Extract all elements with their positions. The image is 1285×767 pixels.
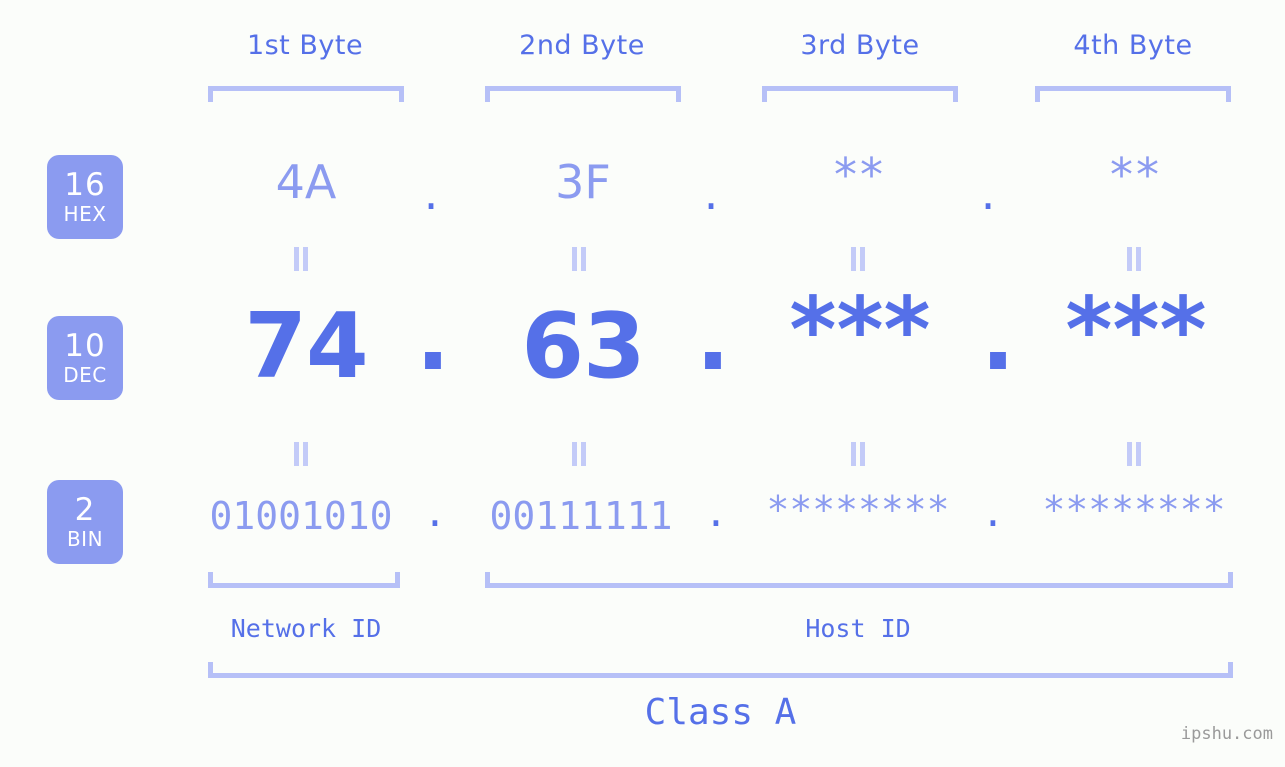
dec-byte-1: 74 bbox=[244, 294, 368, 399]
bin-separator-2: . bbox=[704, 491, 728, 535]
class-bracket bbox=[208, 662, 1233, 678]
hex-separator-3: . bbox=[980, 166, 996, 220]
bin-byte-2: 00111111 bbox=[489, 494, 673, 538]
equals-mark-dec-bin-2 bbox=[571, 442, 587, 466]
byte-bracket-top-1 bbox=[208, 86, 404, 102]
bin-byte-4: ******** bbox=[1042, 488, 1226, 532]
network-id-label: Network ID bbox=[230, 614, 382, 643]
hex-byte-3: ** bbox=[834, 148, 886, 202]
byte-header-2: 2nd Byte bbox=[519, 30, 645, 61]
equals-mark-dec-bin-4 bbox=[1126, 442, 1142, 466]
dec-byte-4: *** bbox=[1065, 278, 1207, 383]
equals-mark-hex-dec-4 bbox=[1126, 247, 1142, 271]
hex-byte-4: ** bbox=[1110, 148, 1162, 202]
byte-header-3: 3rd Byte bbox=[800, 30, 920, 61]
row-badge-name-bin: BIN bbox=[66, 527, 104, 551]
row-badge-base-hex: 16 bbox=[64, 167, 106, 203]
bin-byte-3: ******** bbox=[766, 488, 950, 532]
row-badge-base-bin: 2 bbox=[74, 492, 96, 528]
host-id-bracket bbox=[485, 572, 1233, 588]
row-badge-base-dec: 10 bbox=[64, 328, 106, 364]
dec-byte-3: *** bbox=[789, 278, 931, 383]
byte-bracket-top-3 bbox=[762, 86, 958, 102]
bin-separator-3: . bbox=[981, 491, 1005, 535]
bin-byte-1: 01001010 bbox=[209, 494, 393, 538]
hex-byte-2: 3F bbox=[555, 155, 611, 209]
network-id-bracket bbox=[208, 572, 400, 588]
equals-mark-hex-dec-2 bbox=[571, 247, 587, 271]
equals-mark-dec-bin-1 bbox=[293, 442, 309, 466]
byte-bracket-top-4 bbox=[1035, 86, 1231, 102]
watermark: ipshu.com bbox=[1180, 724, 1273, 744]
row-badge-name-dec: DEC bbox=[63, 363, 107, 387]
dec-separator-1: . bbox=[415, 286, 451, 391]
row-badge-hex: 16 HEX bbox=[47, 155, 123, 239]
row-badge-name-hex: HEX bbox=[63, 202, 107, 226]
equals-mark-hex-dec-1 bbox=[293, 247, 309, 271]
hex-byte-1: 4A bbox=[275, 155, 337, 209]
dec-separator-3: . bbox=[980, 286, 1016, 391]
byte-header-1: 1st Byte bbox=[246, 30, 364, 61]
bin-separator-1: . bbox=[423, 491, 447, 535]
row-badge-bin: 2 BIN bbox=[47, 480, 123, 564]
byte-bracket-top-2 bbox=[485, 86, 681, 102]
dec-separator-2: . bbox=[695, 286, 731, 391]
hex-separator-1: . bbox=[423, 166, 439, 220]
class-label: Class A bbox=[644, 692, 797, 733]
byte-header-4: 4th Byte bbox=[1073, 30, 1193, 61]
dec-byte-2: 63 bbox=[521, 294, 645, 399]
row-badge-dec: 10 DEC bbox=[47, 316, 123, 400]
hex-separator-2: . bbox=[703, 166, 719, 220]
ip-breakdown-diagram: 1st Byte 2nd Byte 3rd Byte 4th Byte 16 H… bbox=[0, 0, 1285, 767]
equals-mark-hex-dec-3 bbox=[850, 247, 866, 271]
host-id-label: Host ID bbox=[805, 614, 911, 643]
equals-mark-dec-bin-3 bbox=[850, 442, 866, 466]
